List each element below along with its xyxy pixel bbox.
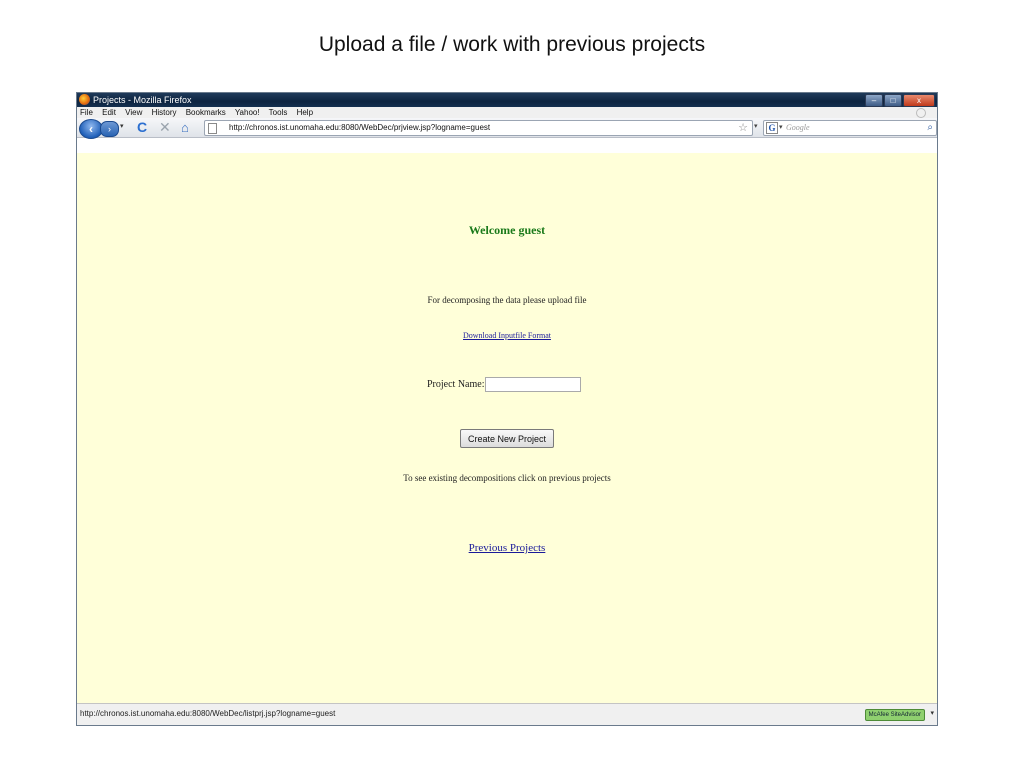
history-dropdown-icon[interactable]: ▾ [120,122,124,130]
menu-help[interactable]: Help [297,108,313,117]
url-dropdown-icon[interactable]: ▾ [754,122,758,130]
search-placeholder[interactable]: Google [786,121,810,135]
bookmark-star-icon[interactable]: ☆ [738,121,748,135]
maximize-button[interactable]: □ [884,94,902,107]
home-icon[interactable]: ⌂ [181,120,189,135]
project-name-row: Project Name: [427,377,582,392]
status-bar: http://chronos.ist.unomaha.edu:8080/WebD… [77,703,937,725]
slide-title: Upload a file / work with previous proje… [318,33,706,56]
menu-yahoo[interactable]: Yahoo! [235,108,260,117]
menu-bar: File Edit View History Bookmarks Yahoo! … [77,107,937,118]
url-text[interactable]: http://chronos.ist.unomaha.edu:8080/WebD… [229,121,490,135]
menu-bookmarks[interactable]: Bookmarks [186,108,226,117]
navigation-toolbar: ‹ › ▾ C ✕ ⌂ http://chronos.ist.unomaha.e… [77,118,937,139]
status-text: http://chronos.ist.unomaha.edu:8080/WebD… [80,709,336,718]
forward-button[interactable]: › [100,121,119,137]
title-bar: Projects - Mozilla Firefox – □ x [77,93,937,107]
minimize-button[interactable]: – [865,94,883,107]
download-inputfile-link[interactable]: Download Inputfile Format [463,331,551,340]
menu-edit[interactable]: Edit [102,108,116,117]
menu-history[interactable]: History [152,108,177,117]
project-name-label: Project Name: [427,378,485,390]
menu-view[interactable]: View [125,108,142,117]
firefox-icon [79,94,90,105]
search-bar[interactable]: G ▾ Google ⌕ [763,120,937,136]
google-icon[interactable]: G [766,122,778,134]
mcafee-siteadvisor-badge[interactable]: McAfee SiteAdvisor [864,709,925,721]
mcafee-dropdown-icon[interactable]: ▾ [930,709,934,717]
page-content: Welcome guest For decomposing the data p… [77,153,937,704]
throbber-icon [916,108,926,118]
download-link-container: Download Inputfile Format [77,331,937,340]
reload-icon[interactable]: C [137,119,147,135]
close-button[interactable]: x [903,94,935,107]
window-title: Projects - Mozilla Firefox [93,95,192,105]
menu-file[interactable]: File [80,108,93,117]
previous-projects-link[interactable]: Previous Projects [469,542,546,554]
menu-tools[interactable]: Tools [269,108,288,117]
previous-projects-container: Previous Projects [77,542,937,554]
page-icon [208,123,217,134]
create-project-button[interactable]: Create New Project [460,429,554,448]
existing-instruction: To see existing decompositions click on … [403,473,611,483]
url-bar[interactable]: http://chronos.ist.unomaha.edu:8080/WebD… [204,120,753,136]
welcome-heading: Welcome guest [468,223,546,237]
upload-instruction: For decomposing the data please upload f… [427,295,587,305]
search-icon[interactable]: ⌕ [927,121,933,135]
search-engine-dropdown-icon[interactable]: ▾ [779,123,783,131]
browser-window: Projects - Mozilla Firefox – □ x File Ed… [76,92,938,726]
project-name-input[interactable] [485,377,582,392]
stop-icon[interactable]: ✕ [159,119,171,136]
window-controls: – □ x [865,94,935,107]
